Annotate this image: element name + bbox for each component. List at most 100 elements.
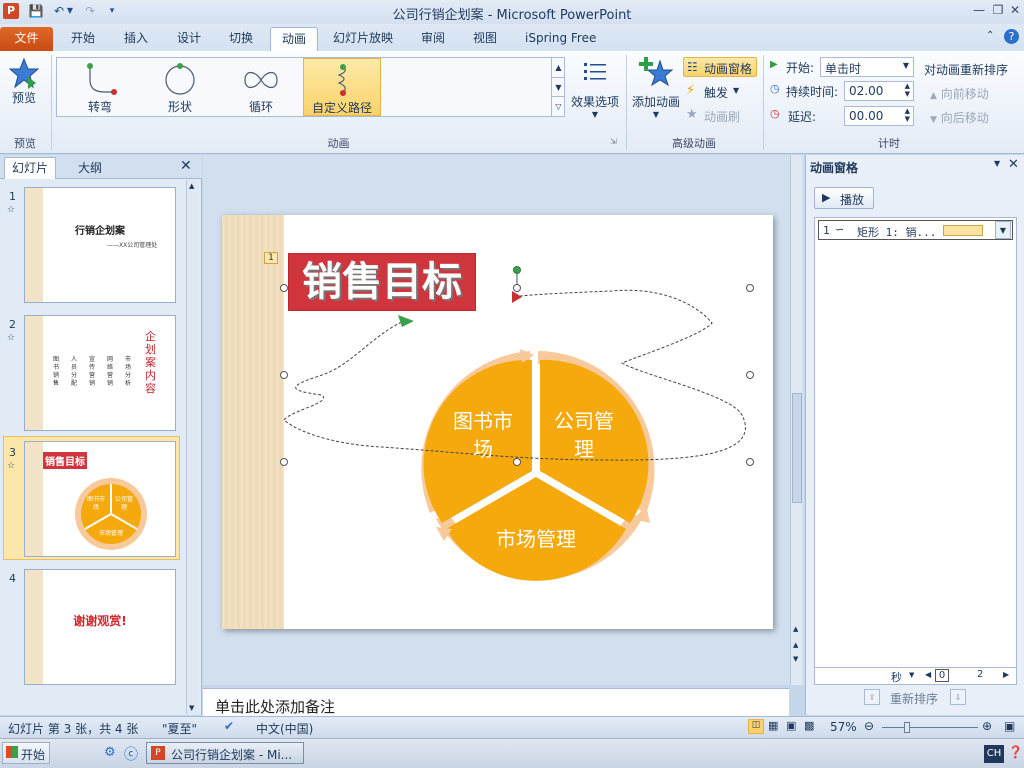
tab-review[interactable]: 审阅 (412, 27, 454, 51)
minimize-button[interactable]: — (970, 2, 988, 18)
tab-view[interactable]: 视图 (464, 27, 506, 51)
view-normal-icon[interactable]: ◫ (748, 719, 764, 734)
thumb1-title: 行销企划案 (75, 226, 125, 237)
delay-input[interactable]: 00.00 ▲ ▼ (844, 106, 914, 126)
anim-turn[interactable]: 转弯 (61, 58, 139, 116)
animation-dialog-launcher[interactable]: ⇲ (610, 137, 617, 146)
timeline-left-icon[interactable]: ◀ (925, 670, 931, 679)
help-icon[interactable]: ⌃ (986, 30, 1000, 44)
restore-button[interactable]: ❐ (989, 2, 1007, 18)
trigger-label: 触发 (704, 86, 729, 100)
zoom-slider[interactable] (882, 722, 978, 733)
chevron-down-icon: ▼ (902, 61, 909, 70)
ie-icon[interactable]: ⓒ (124, 744, 138, 764)
delay-row: ◷ 延迟: 00.00 ▲ ▼ (770, 106, 920, 126)
view-reading-icon[interactable]: ▣ (786, 719, 796, 732)
slide-thumb-4[interactable]: 谢谢观赏! (24, 569, 176, 685)
gallery-more[interactable]: ▽ (551, 96, 565, 116)
animation-pane-button[interactable]: ☷ 动画窗格 (683, 57, 757, 77)
move-later-button[interactable]: ▼ 向后移动 (930, 109, 1020, 126)
anim-custom-path[interactable]: 自定义路径 (303, 58, 381, 116)
tab-insert[interactable]: 插入 (115, 27, 157, 51)
add-animation-icon (639, 57, 674, 87)
zoom-out-icon[interactable]: ⊖ (864, 719, 874, 733)
duration-input[interactable]: 02.00 ▲ ▼ (844, 81, 914, 101)
fit-window-icon[interactable]: ▣ (1004, 719, 1015, 733)
help-question-icon[interactable]: ? (1004, 29, 1019, 44)
custom-path-icon (337, 64, 346, 96)
start-label: 开始 (21, 748, 46, 762)
animation-list-item[interactable]: 1 ∽ 矩形 1: 销... ▼ (818, 220, 1013, 240)
reorder-down-icon[interactable]: ⇩ (950, 689, 966, 705)
ime-help-icon[interactable]: ❓ (1008, 745, 1023, 759)
animation-painter-button[interactable]: ★ 动画刷 (686, 107, 746, 125)
thumb3-part-2: 市场管理 (98, 530, 123, 537)
quicklaunch-icon-1[interactable]: ⚙ (104, 745, 116, 760)
zoom-in-icon[interactable]: ⊕ (982, 719, 992, 733)
status-language[interactable]: 中文(中国) (256, 720, 313, 737)
play-icon: ▶ (822, 191, 831, 204)
effect-options-button[interactable]: 效果选项 ▼ (568, 57, 622, 129)
taskbar-ppt-item[interactable]: P 公司行销企划案 - Mi... (146, 742, 304, 764)
window-title: 公司行销企划案 - Microsoft PowerPoint (392, 8, 632, 23)
gallery-scroll-up[interactable]: ▲ (551, 58, 565, 77)
slides-panel-tabs: 幻灯片 大纲 ✕ (0, 155, 202, 179)
anim-shape[interactable]: 形状 (141, 58, 219, 116)
thumb2-col-0: 图书销售 (53, 356, 60, 387)
delay-spin-arrows-icon[interactable]: ▲ ▼ (905, 107, 910, 123)
timeline-right-icon[interactable]: ▶ (1003, 670, 1009, 679)
tab-slideshow[interactable]: 幻灯片放映 (324, 27, 402, 51)
notes-area[interactable]: 单击此处添加备注 (203, 688, 789, 716)
slide-canvas[interactable]: 1 销售目标 图书市场 公司管理 市场管理 (222, 215, 773, 629)
effect-options-icon (584, 63, 606, 80)
slides-panel-scrollbar[interactable]: ▲ ▼ (186, 180, 198, 714)
tab-slides[interactable]: 幻灯片 (4, 157, 56, 179)
close-button[interactable]: ✕ (1006, 2, 1024, 18)
thumb3-part-0: 图书市场 (86, 496, 105, 511)
gallery-scroll-down[interactable]: ▼ (551, 77, 565, 96)
slide-thumb-1[interactable]: 行销企划案 ——XX公司管理处 (24, 187, 176, 303)
slide-thumb-3[interactable]: 销售目标 图书市场 公司管理 市场管理 (24, 441, 176, 557)
duration-row: ◷ 持续时间: 02.00 ▲ ▼ (770, 81, 920, 101)
seconds-label[interactable]: 秒 (891, 669, 902, 685)
zoom-slider-thumb[interactable] (904, 722, 910, 733)
spellcheck-icon[interactable]: ✔ (224, 719, 234, 733)
tab-home[interactable]: 开始 (62, 27, 104, 51)
preview-button[interactable]: 预览 (4, 55, 44, 115)
tab-outline[interactable]: 大纲 (66, 159, 114, 176)
tab-transitions[interactable]: 切换 (220, 27, 262, 51)
spin-arrows-icon[interactable]: ▲ ▼ (905, 82, 910, 98)
ime-indicator[interactable]: CH (984, 745, 1004, 763)
thumb-star-icon-1: ☆ (7, 205, 16, 215)
notes-placeholder: 单击此处添加备注 (215, 698, 336, 716)
add-animation-button[interactable]: 添加动画 ▼ (630, 55, 682, 127)
pane-close-icon[interactable]: ✕ (1008, 157, 1019, 172)
status-bar: 幻灯片 第 3 张，共 4 张 "夏至" ✔ 中文(中国) ◫ ▦ ▣ ▩ 57… (0, 716, 1024, 738)
motion-path-icon: ∽ (835, 223, 845, 236)
view-sorter-icon[interactable]: ▦ (768, 719, 778, 732)
clock-icon: ◷ (770, 82, 780, 95)
tab-animations[interactable]: 动画 (270, 27, 318, 51)
reorder-up-icon[interactable]: ⇧ (864, 689, 880, 705)
anim-item-dropdown[interactable]: ▼ (995, 221, 1011, 239)
taskbar: 开始 ⚙ ⓒ P 公司行销企划案 - Mi... CH ❓ (0, 738, 1024, 768)
tab-design[interactable]: 设计 (168, 27, 210, 51)
seconds-dropdown-icon[interactable]: ▼ (909, 671, 914, 679)
trigger-button[interactable]: ⚡ 触发 ▼ (686, 83, 746, 101)
delay-clock-icon: ◷ (770, 107, 780, 120)
tab-ispring[interactable]: iSpring Free (516, 27, 605, 51)
close-panel-icon[interactable]: ✕ (180, 158, 192, 174)
start-button[interactable]: 开始 (2, 742, 50, 764)
duration-label: 持续时间: (786, 85, 839, 99)
pane-menu-icon[interactable]: ▼ (994, 159, 1000, 168)
view-slideshow-icon[interactable]: ▩ (804, 719, 814, 732)
play-button[interactable]: ▶ 播放 (814, 187, 874, 209)
start-select[interactable]: 单击时 ▼ (820, 57, 914, 77)
anim-loop[interactable]: 循环 (222, 58, 300, 116)
move-earlier-button[interactable]: ▲ 向前移动 (930, 85, 1020, 102)
tab-file[interactable]: 文件 (0, 27, 53, 51)
slide-thumb-2[interactable]: 图书销售 人员分配 宣传营销 网络营销 市场分析 企划案内容 (24, 315, 176, 431)
zoom-level[interactable]: 57% (830, 720, 857, 734)
editor-scrollbar[interactable]: ▲ ▲ ▼ (790, 155, 802, 685)
reorder-title: 对动画重新排序 (924, 63, 1009, 77)
